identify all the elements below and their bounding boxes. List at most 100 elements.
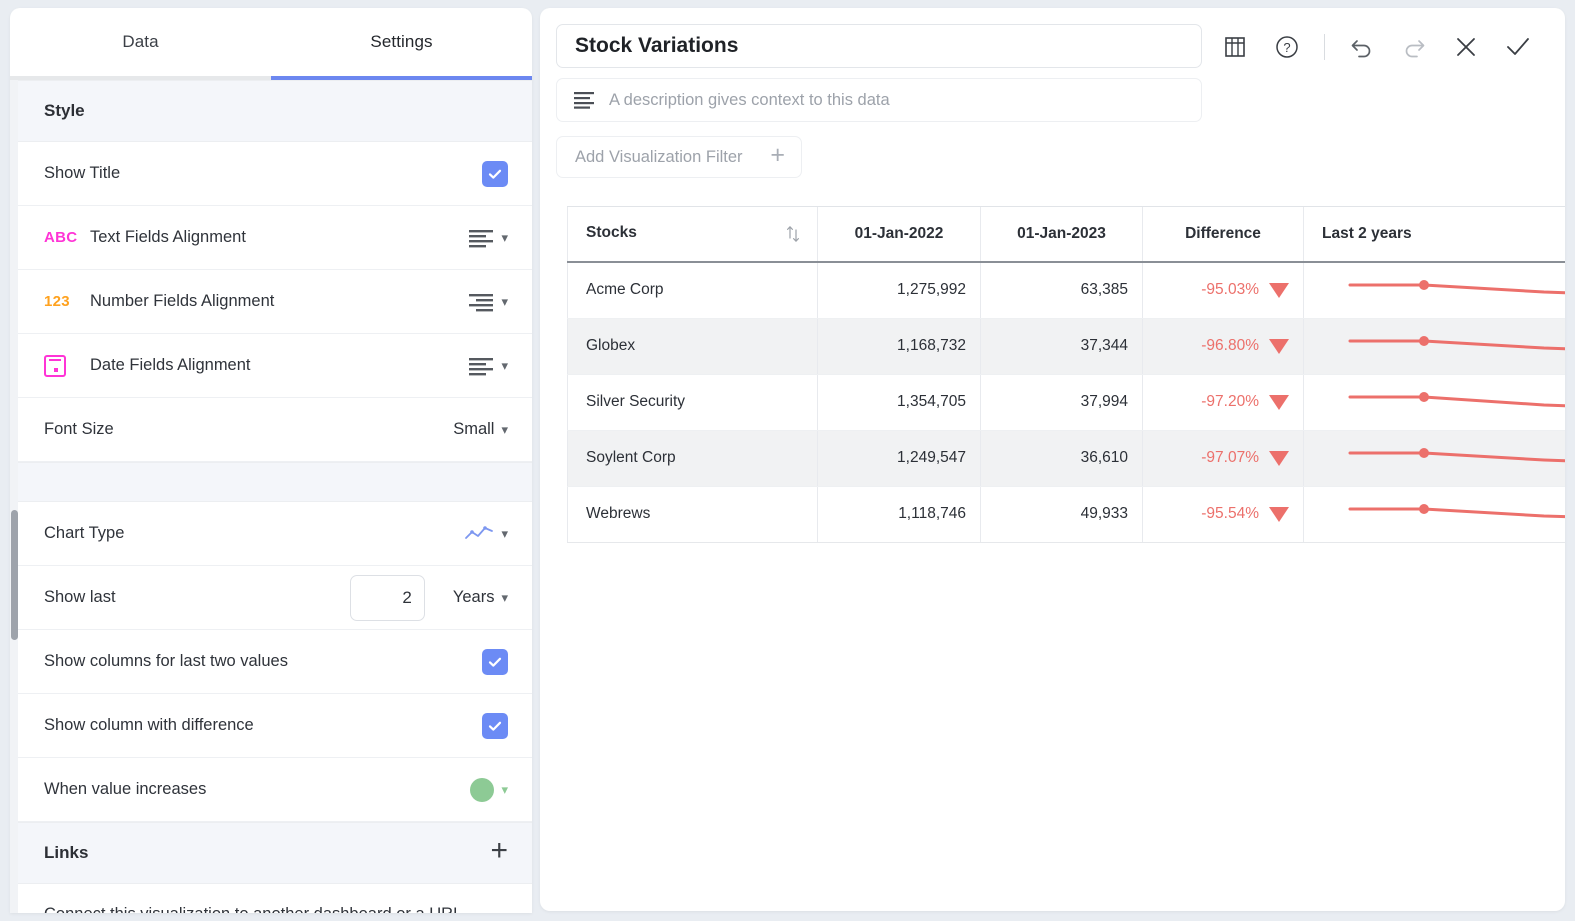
column-header-last-2-years[interactable]: Last 2 years <box>1303 206 1565 263</box>
row-chart-type[interactable]: Chart Type ▾ <box>10 502 532 566</box>
add-visualization-filter-label: Add Visualization Filter <box>575 147 743 166</box>
cell-difference: -96.80% <box>1142 318 1304 375</box>
show-column-difference-checkbox[interactable] <box>482 712 508 739</box>
cell-2022: 1,249,547 <box>817 430 981 487</box>
chart-type-dropdown[interactable]: ▾ <box>464 525 508 543</box>
when-value-increases-label: When value increases <box>44 780 207 798</box>
show-last-unit-dropdown[interactable]: Years ▾ <box>453 588 508 607</box>
text-fields-alignment-label: Text Fields Alignment <box>90 228 246 246</box>
tab-settings[interactable]: Settings <box>271 8 532 80</box>
show-columns-last-two-checkbox[interactable] <box>482 648 508 675</box>
visualization-description-input[interactable]: A description gives context to this data <box>556 78 1202 122</box>
column-header-2022[interactable]: 01-Jan-2022 <box>817 206 981 263</box>
trend-down-icon <box>1269 450 1289 466</box>
calendar-icon <box>44 354 90 377</box>
check-icon <box>488 721 502 731</box>
help-icon[interactable]: ? <box>1272 32 1302 62</box>
cell-stock: Acme Corp <box>567 261 818 319</box>
show-last-unit-value: Years <box>452 588 495 606</box>
visualization-description-placeholder: A description gives context to this data <box>609 90 890 109</box>
column-header-difference[interactable]: Difference <box>1142 206 1304 263</box>
row-date-fields-alignment[interactable]: Date Fields Alignment ▾ <box>10 334 532 398</box>
undo-icon[interactable] <box>1347 32 1377 62</box>
row-text-fields-alignment[interactable]: ABC Text Fields Alignment ▾ <box>10 206 532 270</box>
add-visualization-filter-button[interactable]: Add Visualization Filter + <box>556 136 802 178</box>
check-icon <box>488 169 502 179</box>
align-left-icon <box>469 357 494 375</box>
chevron-down-icon: ▾ <box>501 230 508 245</box>
chevron-down-icon: ▾ <box>501 358 508 373</box>
check-icon <box>488 657 502 667</box>
row-number-fields-alignment[interactable]: 123 Number Fields Alignment ▾ <box>10 270 532 334</box>
table-row[interactable]: Globex 1,168,732 37,344 -96.80% <box>567 318 1565 375</box>
row-show-columns-last-two[interactable]: Show columns for last two values <box>10 630 532 694</box>
cell-difference: -97.07% <box>1142 430 1304 487</box>
confirm-icon[interactable] <box>1503 32 1533 62</box>
sparkline-chart <box>1348 279 1565 294</box>
show-last-input[interactable]: 2 <box>349 574 425 621</box>
show-title-label: Show Title <box>44 164 121 182</box>
sparkline-chart <box>1348 335 1565 350</box>
table-row[interactable]: Soylent Corp 1,249,547 36,610 -97.07% <box>567 430 1565 487</box>
date-fields-alignment-dropdown[interactable]: ▾ <box>468 356 508 376</box>
cell-2022: 1,168,732 <box>817 318 981 375</box>
toolbar-divider <box>1324 34 1325 60</box>
show-column-difference-label: Show column with difference <box>44 716 254 734</box>
close-icon[interactable] <box>1451 32 1481 62</box>
links-note: Connect this visualization to another da… <box>10 884 532 913</box>
trend-down-icon <box>1269 506 1289 522</box>
description-lines-icon <box>574 92 594 109</box>
font-size-dropdown[interactable]: Small ▾ <box>453 420 508 439</box>
column-header-stocks[interactable]: Stocks <box>567 206 818 263</box>
trend-down-icon <box>1269 338 1289 354</box>
number-fields-alignment-label: Number Fields Alignment <box>90 292 275 310</box>
sort-icon[interactable] <box>785 224 801 244</box>
table-view-icon[interactable] <box>1220 32 1250 62</box>
row-font-size[interactable]: Font Size Small ▾ <box>10 398 532 462</box>
cell-sparkline <box>1303 430 1565 487</box>
cell-2022: 1,275,992 <box>817 261 981 319</box>
column-header-2023[interactable]: 01-Jan-2023 <box>980 206 1143 263</box>
row-when-value-increases[interactable]: When value increases ▾ <box>10 758 532 822</box>
cell-stock: Silver Security <box>567 374 818 431</box>
redo-icon[interactable] <box>1399 32 1429 62</box>
visualization-title-input[interactable]: Stock Variations <box>556 24 1202 68</box>
chevron-down-icon: ▾ <box>501 422 508 437</box>
table-row[interactable]: Webrews 1,118,746 49,933 -95.54% <box>567 486 1565 543</box>
cell-2022: 1,354,705 <box>817 374 981 431</box>
visualization-toolbar: ? <box>1202 24 1549 70</box>
align-right-icon <box>469 293 494 311</box>
section-title-style: Style <box>44 101 85 120</box>
when-value-increases-color-picker[interactable]: ▾ <box>470 777 508 802</box>
cell-difference: -97.20% <box>1142 374 1304 431</box>
cell-stock: Webrews <box>567 486 818 543</box>
row-show-title[interactable]: Show Title <box>10 142 532 206</box>
cell-2022: 1,118,746 <box>817 486 981 543</box>
cell-sparkline <box>1303 318 1565 375</box>
table-row[interactable]: Acme Corp 1,275,992 63,385 -95.03% <box>567 261 1565 319</box>
row-show-column-difference[interactable]: Show column with difference <box>10 694 532 758</box>
cell-2023: 37,994 <box>980 374 1143 431</box>
cell-2023: 63,385 <box>980 261 1143 319</box>
table-glyph <box>1225 37 1245 57</box>
cell-sparkline <box>1303 261 1565 319</box>
font-size-value: Small <box>453 420 495 438</box>
date-fields-alignment-label: Date Fields Alignment <box>90 356 251 374</box>
show-title-checkbox[interactable] <box>482 160 508 187</box>
sparkline-chart <box>1348 447 1565 462</box>
text-fields-alignment-dropdown[interactable]: ▾ <box>468 228 508 248</box>
tab-data[interactable]: Data <box>10 8 271 80</box>
chevron-down-icon: ▾ <box>501 294 508 309</box>
settings-scrollbar-thumb[interactable] <box>11 510 18 640</box>
add-link-button[interactable]: + <box>490 836 508 870</box>
svg-text:?: ? <box>1283 40 1290 55</box>
row-show-last[interactable]: Show last 2 Years ▾ <box>10 566 532 630</box>
difference-value: -96.80% <box>1201 337 1259 354</box>
sparkline-chart <box>1348 503 1565 518</box>
line-chart-icon <box>465 525 494 539</box>
table-row[interactable]: Silver Security 1,354,705 37,994 -97.20% <box>567 374 1565 431</box>
difference-value: -97.20% <box>1201 393 1259 410</box>
redo-arrow-glyph <box>1405 40 1425 58</box>
settings-scrollbar[interactable] <box>10 80 18 913</box>
number-fields-alignment-dropdown[interactable]: ▾ <box>468 292 508 312</box>
